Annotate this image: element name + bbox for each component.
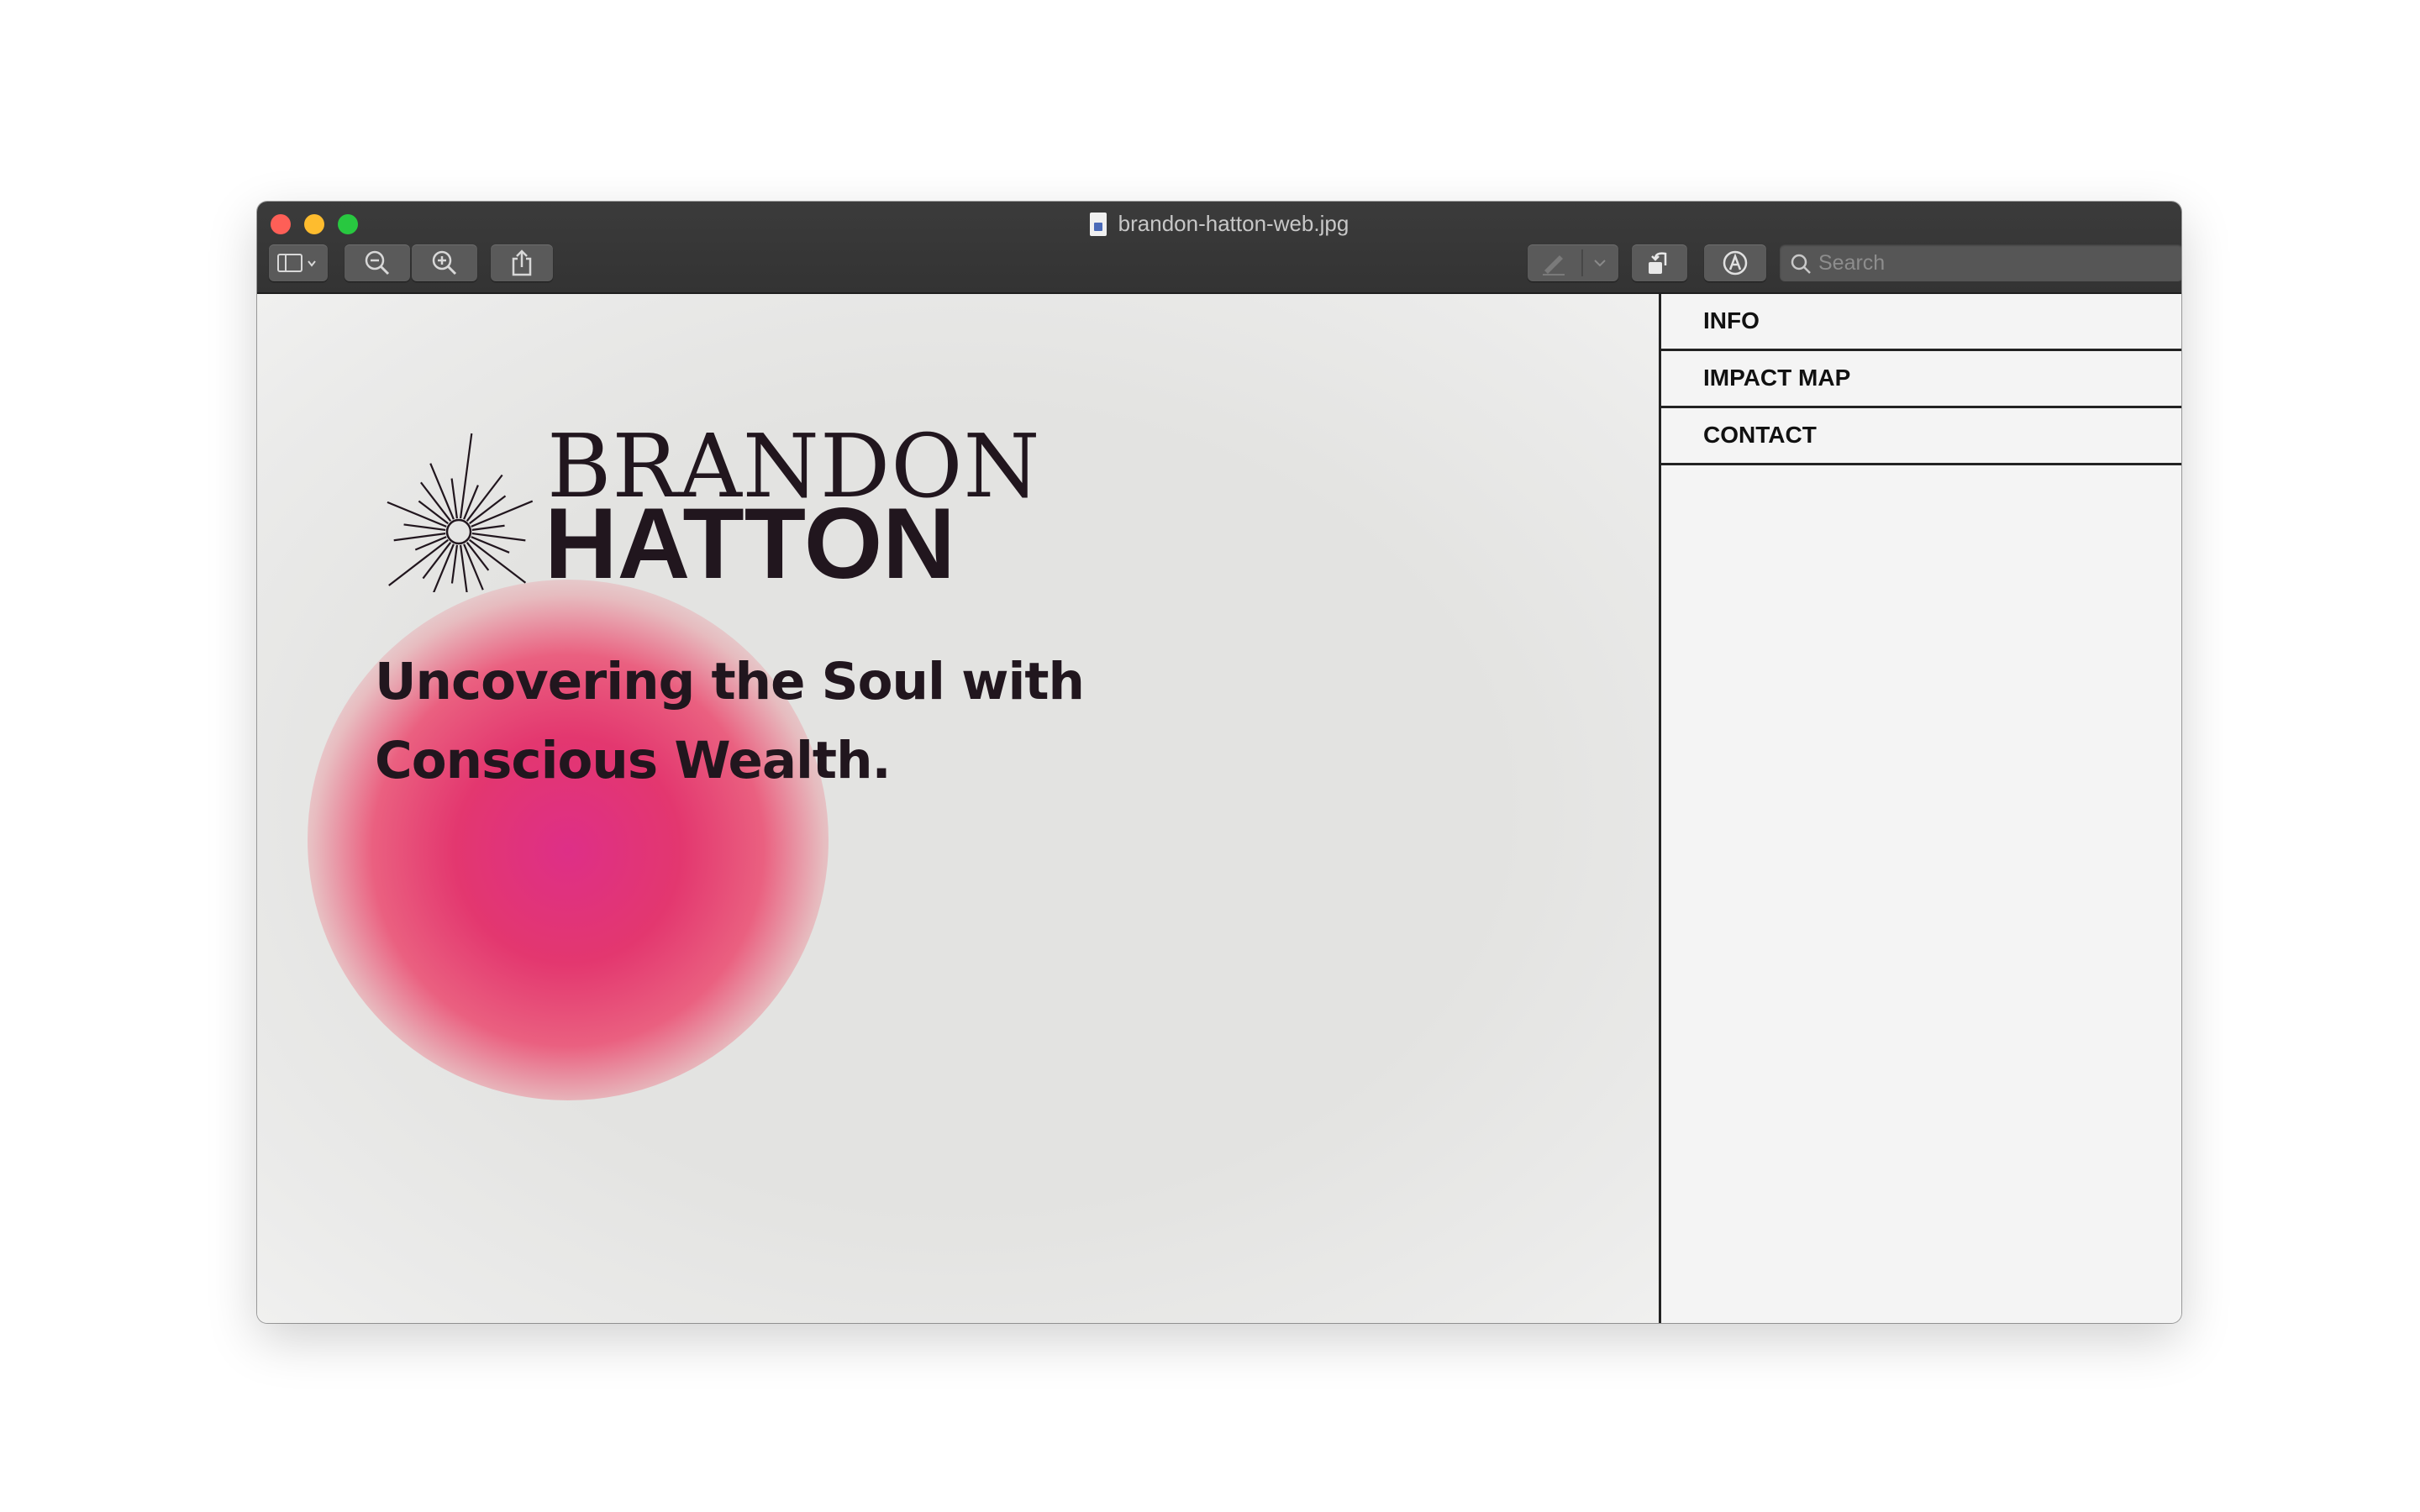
nav-item-impact-map[interactable]: IMPACT MAP: [1661, 351, 2181, 408]
markup-toolbar-button[interactable]: [1704, 244, 1766, 281]
hero-tagline: Uncovering the Soul with Conscious Wealt…: [375, 643, 1085, 801]
rotate-button[interactable]: [1632, 244, 1687, 281]
sidebar-icon: [277, 254, 316, 272]
markup-pen-button[interactable]: [1528, 244, 1618, 281]
image-file-icon: [1089, 213, 1107, 236]
rotate-icon: [1649, 252, 1667, 274]
share-button[interactable]: [491, 244, 553, 281]
window-title: brandon-hatton-web.jpg: [257, 208, 2181, 239]
sunburst-ray: [403, 523, 446, 532]
hero-tagline-line1: Uncovering the Soul with: [375, 652, 1085, 711]
preview-window: brandon-hatton-web.jpg Search BRANDON HA…: [257, 202, 2181, 1323]
window-title-text: brandon-hatton-web.jpg: [1118, 211, 1349, 236]
image-canvas: BRANDON HATTON Uncovering the Soul with …: [257, 294, 1659, 1323]
hero-tagline-line2: Conscious Wealth.: [375, 731, 892, 790]
sunburst-logo-icon: [387, 433, 534, 592]
sunburst-ray: [393, 533, 446, 542]
title-bar: brandon-hatton-web.jpg Search: [257, 202, 2181, 294]
sunburst-ray: [471, 524, 505, 531]
sidebar-toggle-button[interactable]: [269, 244, 328, 281]
nav-item-contact[interactable]: CONTACT: [1661, 408, 2181, 465]
chevron-down-icon[interactable]: [1593, 258, 1607, 268]
sunburst-ray: [414, 536, 447, 551]
share-icon: [512, 249, 532, 276]
zoom-in-icon: [432, 250, 457, 276]
sunburst-ray: [463, 485, 479, 520]
search-placeholder: Search: [1818, 251, 1886, 275]
sunburst-ray: [471, 532, 526, 542]
search-field[interactable]: Search: [1780, 244, 2181, 281]
markup-icon: [1723, 250, 1748, 276]
site-nav-panel: INFO IMPACT MAP CONTACT: [1659, 294, 2181, 1323]
nav-item-info[interactable]: INFO: [1661, 294, 2181, 351]
sunburst-ray: [450, 478, 458, 519]
search-icon: [1791, 254, 1811, 274]
sunburst-ray: [450, 544, 459, 584]
logo-wordmark-bottom: HATTON: [544, 487, 955, 600]
zoom-out-button[interactable]: [345, 244, 410, 281]
zoom-out-icon: [365, 250, 390, 276]
zoom-in-button[interactable]: [412, 244, 477, 281]
pen-icon: [1543, 255, 1565, 276]
